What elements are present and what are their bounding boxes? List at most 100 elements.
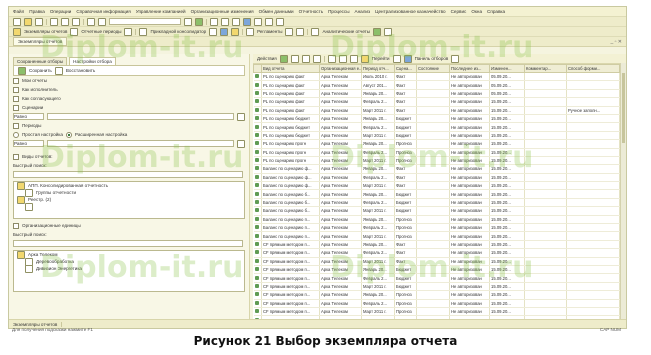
go-icon[interactable] bbox=[195, 17, 203, 26]
column-header[interactable]: Организационная е... bbox=[319, 64, 362, 73]
table-row[interactable]: Баланс по сценарию п... Арка Телеком Январ… bbox=[253, 215, 620, 225]
select-icon[interactable] bbox=[237, 112, 245, 121]
table-row[interactable]: PL по сценарию прогн Арка Телеком Февраль … bbox=[253, 148, 620, 157]
table-row[interactable]: CF прямым методом п... Арка Телеком Март 2… bbox=[253, 282, 620, 292]
periods-condition[interactable]: Равно bbox=[13, 140, 45, 147]
menu-item[interactable]: Процессы bbox=[328, 9, 349, 14]
menu-item[interactable]: Централизованное казначейство bbox=[375, 9, 446, 14]
reports-button[interactable]: Экземпляры отчетов bbox=[24, 29, 67, 34]
open-icon[interactable] bbox=[24, 17, 32, 26]
menu-item[interactable]: Справка bbox=[487, 9, 505, 14]
column-header[interactable]: Изменен... bbox=[489, 64, 525, 73]
table-row[interactable]: PL по сценарию факт Арка Телеком Март 2011… bbox=[253, 106, 620, 115]
copy-icon[interactable] bbox=[290, 54, 299, 63]
quick-search-input[interactable] bbox=[13, 171, 243, 178]
column-header[interactable]: Способ форми... bbox=[566, 64, 620, 73]
redo-icon[interactable] bbox=[98, 17, 106, 26]
scenarios-condition[interactable]: Равно bbox=[13, 113, 45, 120]
menu-item[interactable]: Организационные изменения bbox=[191, 9, 254, 14]
calculator-icon[interactable] bbox=[210, 17, 218, 26]
help-icon[interactable] bbox=[243, 17, 251, 26]
menu-item[interactable]: Правка bbox=[29, 9, 45, 14]
calendar-icon[interactable] bbox=[221, 17, 229, 26]
paste-icon[interactable] bbox=[72, 17, 80, 26]
table-row[interactable]: PL по сценарию бюджет Арка Телеком Февраль… bbox=[253, 122, 620, 132]
table-row[interactable]: CF прямым методом п... Арка Телеком Январь… bbox=[253, 240, 620, 250]
table-row[interactable]: CF прямым методом п... Арка Телеком Феврал… bbox=[253, 248, 620, 258]
tree-node[interactable]: Реестр. (2) bbox=[14, 195, 244, 204]
scenarios-value-field[interactable] bbox=[47, 113, 235, 120]
table-row[interactable]: Баланс по сценарию ф... Арка Телеком Февра… bbox=[253, 173, 620, 183]
refresh-icon[interactable] bbox=[349, 54, 358, 63]
table-row[interactable]: PL по сценарию прогн Арка Телеком Январь 2… bbox=[253, 139, 620, 149]
table-icon[interactable] bbox=[232, 17, 240, 26]
actions-menu[interactable]: Действия bbox=[257, 56, 277, 61]
help-icon[interactable] bbox=[403, 54, 412, 63]
table-row[interactable]: Баланс по сценарию п... Арка Телеком Март … bbox=[253, 231, 620, 241]
periods-checkbox[interactable] bbox=[13, 122, 19, 129]
menu-item[interactable]: Окна bbox=[471, 9, 482, 14]
table-row[interactable]: Баланс по сценарию ф... Арка Телеком Январ… bbox=[253, 164, 620, 174]
refresh-icon[interactable] bbox=[285, 27, 294, 36]
info-icon[interactable] bbox=[276, 17, 284, 26]
units-search-input[interactable] bbox=[13, 240, 243, 247]
tree-node[interactable]: Группы отчетности bbox=[14, 188, 244, 197]
column-header[interactable]: Период отч... bbox=[361, 64, 395, 73]
tree-node[interactable]: Дивизион Энергетика bbox=[14, 264, 244, 273]
periods-value-field[interactable] bbox=[47, 140, 235, 147]
scenarios-checkbox[interactable] bbox=[13, 104, 19, 111]
restore-icon[interactable] bbox=[54, 66, 63, 75]
table-row[interactable]: CF прямым методом п... Арка Телеком Март 2… bbox=[253, 307, 620, 317]
menu-item[interactable]: Операции bbox=[50, 9, 72, 14]
analytic-icon[interactable] bbox=[311, 27, 320, 36]
table-row[interactable]: PL по сценарию прогн Арка Телеком Март 201… bbox=[253, 156, 620, 166]
table-row[interactable]: PL по сценарию факт Арка Телеком Февраль 2… bbox=[253, 97, 620, 107]
print-icon[interactable] bbox=[392, 54, 401, 63]
select-icon[interactable] bbox=[237, 139, 245, 148]
table-row[interactable]: Баланс по сценарию ф... Арка Телеком Март … bbox=[253, 181, 620, 191]
save-icon[interactable] bbox=[18, 66, 26, 75]
tab-filter-settings[interactable]: Настройки отбора bbox=[69, 57, 116, 65]
column-header[interactable]: Состояние bbox=[416, 64, 450, 73]
report-types-checkbox[interactable] bbox=[13, 153, 19, 160]
new-icon[interactable] bbox=[13, 17, 21, 26]
folder-icon[interactable] bbox=[231, 27, 240, 36]
chart-icon[interactable] bbox=[220, 27, 229, 36]
units-checkbox[interactable] bbox=[13, 222, 19, 229]
table-row[interactable]: PL по сценарию факт Арка Телеком Июль 2010… bbox=[253, 72, 620, 82]
menu-item[interactable]: Отчетность bbox=[299, 9, 323, 14]
table-row[interactable]: Баланс по сценарию б... Арка Телеком Февра… bbox=[253, 198, 620, 208]
column-header[interactable]: Вид отчета bbox=[261, 64, 320, 73]
sort-icon[interactable] bbox=[338, 54, 347, 63]
menu-item[interactable]: Файл bbox=[13, 9, 24, 14]
table-row[interactable]: Баланс по сценарию б... Арка Телеком Январ… bbox=[253, 189, 620, 199]
table-row[interactable]: PL по сценарию бюджет Арка Телеком Январь … bbox=[253, 114, 620, 124]
tree-node[interactable] bbox=[14, 202, 244, 211]
window-tab-reports[interactable]: Экземпляры отчетов bbox=[13, 37, 68, 46]
tree-node[interactable]: АПП. Консолидированная отчетность bbox=[14, 181, 244, 190]
reglament-icon[interactable] bbox=[246, 27, 255, 36]
m-minus-icon[interactable] bbox=[265, 17, 273, 26]
save-button[interactable]: Сохранить bbox=[29, 68, 52, 73]
as-executor-checkbox[interactable] bbox=[13, 86, 19, 93]
filter-icon[interactable] bbox=[327, 54, 336, 63]
extended-setting-radio[interactable] bbox=[65, 131, 72, 138]
tree-node[interactable]: Деревообработка bbox=[14, 257, 244, 266]
reglament-button[interactable]: Регламенты bbox=[257, 29, 282, 34]
go-menu[interactable]: Перейти bbox=[372, 56, 390, 61]
edit-icon[interactable] bbox=[301, 54, 310, 63]
table-row[interactable]: Баланс по сценарию б... Арка Телеком Март … bbox=[253, 206, 620, 216]
consolidator-button[interactable]: Прикладной консолидатор bbox=[150, 29, 206, 34]
table-row[interactable]: CF прямым методом п... Арка Телеком Январь… bbox=[253, 290, 620, 300]
restore-button[interactable]: Восстановить bbox=[66, 68, 95, 73]
save-icon[interactable] bbox=[35, 17, 43, 26]
reports-icon[interactable] bbox=[13, 27, 21, 36]
menu-item[interactable]: Справочная информация bbox=[76, 9, 130, 14]
gear-icon[interactable] bbox=[209, 27, 218, 36]
scroll-thumb[interactable] bbox=[622, 73, 625, 143]
menu-item[interactable]: Сервис bbox=[451, 9, 467, 14]
periods-icon[interactable] bbox=[70, 27, 79, 36]
table-row[interactable]: CF прямым методом п... Арка Телеком Феврал… bbox=[253, 273, 620, 283]
my-reports-checkbox[interactable] bbox=[13, 77, 19, 84]
periods-button[interactable]: Отчетные периоды bbox=[81, 29, 121, 34]
